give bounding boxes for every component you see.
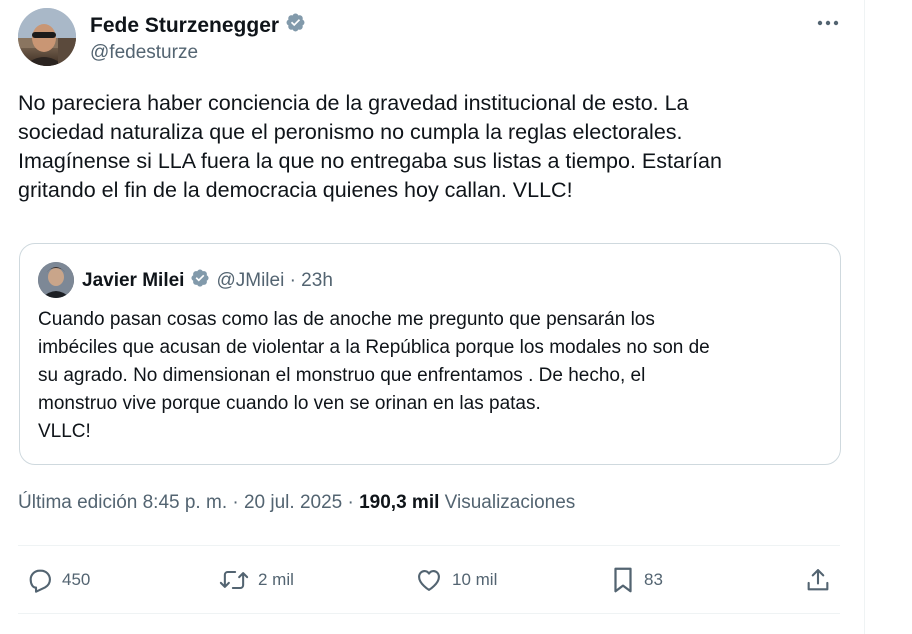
reply-icon	[26, 566, 54, 594]
retweet-count: 2 mil	[258, 570, 294, 589]
quoted-tweet-card[interactable]: Javier Milei @JMilei · 23h Cuando pasan …	[19, 243, 841, 465]
quote-handle-time[interactable]: @JMilei · 23h	[216, 270, 332, 292]
tweet-line: Imagínense si LLA fuera la que no entreg…	[18, 149, 722, 173]
share-button[interactable]	[804, 562, 832, 598]
tweet-line: sociedad naturaliza que el peronismo no …	[18, 120, 683, 144]
bookmark-count: 83	[644, 570, 663, 589]
bookmark-icon	[610, 565, 636, 595]
quote-line: Cuando pasan cosas como las de anoche me…	[38, 309, 655, 330]
quote-line: su agrado. No dimensionan el monstruo qu…	[38, 365, 646, 386]
verified-icon	[190, 268, 210, 294]
more-button[interactable]	[812, 8, 844, 36]
views-count: 190,3 mil	[359, 492, 440, 513]
quote-author-name[interactable]: Javier Milei	[82, 270, 184, 292]
tweet-line: No pareciera haber conciencia de la grav…	[18, 91, 689, 115]
tweet-meta: Última edición 8:45 p. m. · 20 jul. 2025…	[18, 492, 575, 514]
quote-header: Javier Milei @JMilei · 23h	[82, 268, 333, 294]
tweet-line: gritando el fin de la democracia quienes…	[18, 178, 573, 202]
share-icon	[804, 566, 832, 594]
like-count: 10 mil	[452, 570, 498, 589]
author-avatar[interactable]	[18, 8, 76, 66]
divider	[18, 613, 840, 614]
author-name-row[interactable]: Fede Sturzenegger	[90, 12, 306, 39]
divider	[18, 545, 840, 546]
reply-button[interactable]: 450	[26, 562, 90, 598]
quote-line: monstruo vive porque cuando lo ven se or…	[38, 393, 541, 414]
retweet-icon	[218, 566, 250, 594]
views-label: Visualizaciones	[439, 492, 576, 513]
bookmark-button[interactable]: 83	[610, 562, 663, 598]
edited-timestamp[interactable]: Última edición 8:45 p. m. · 20 jul. 2025…	[18, 492, 359, 513]
quote-avatar[interactable]	[38, 262, 74, 298]
author-handle[interactable]: @fedesturze	[90, 42, 198, 64]
quote-text: Cuando pasan cosas como las de anoche me…	[38, 306, 828, 446]
quote-line: VLLC!	[38, 421, 91, 442]
tweet-text: No pareciera haber conciencia de la grav…	[18, 89, 818, 205]
reply-count: 450	[62, 570, 91, 589]
retweet-button[interactable]: 2 mil	[218, 562, 294, 598]
like-icon	[414, 566, 444, 594]
quote-line: imbéciles que acusan de violentar a la R…	[38, 337, 710, 358]
verified-icon	[285, 12, 306, 39]
column-divider	[864, 0, 865, 634]
like-button[interactable]: 10 mil	[414, 562, 497, 598]
tweet-page: Fede Sturzenegger @fedesturze No parecie…	[0, 0, 912, 634]
author-name[interactable]: Fede Sturzenegger	[90, 14, 279, 38]
more-icon	[817, 13, 839, 31]
